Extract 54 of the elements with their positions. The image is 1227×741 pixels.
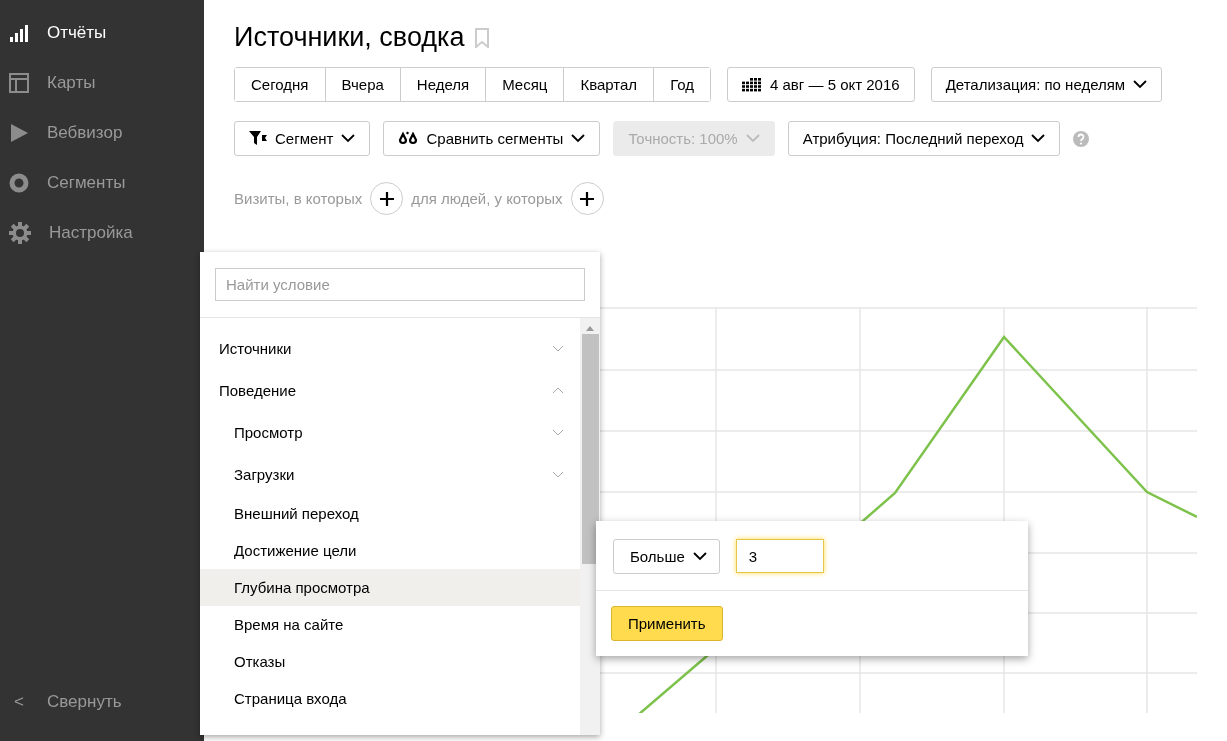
menu-item[interactable]: Источники [200,327,580,369]
segment-label: Визиты, в которых [234,190,363,207]
period-tab[interactable]: Год [653,68,710,101]
menu-item[interactable]: Просмотр [200,411,580,453]
help-icon[interactable] [1073,130,1090,147]
detail-dropdown[interactable]: Детализация: по неделям [930,67,1163,102]
calendar-icon [742,77,762,92]
search-field[interactable]: Найти условие [215,268,585,301]
chevron-down-icon [745,134,760,143]
add-condition-button[interactable] [370,182,404,215]
scroll-up-icon[interactable] [586,326,594,331]
filter-dropdown: Точность: 100% [613,121,775,156]
plus-icon [378,190,395,207]
menu-item[interactable]: Время на сайте [200,606,580,643]
date-range-button[interactable]: 4 авг — 5 окт 2016 [727,67,915,102]
chevron-down-icon [1133,80,1148,89]
filter-icon [249,131,267,146]
scrollbar[interactable] [580,318,600,735]
chevron-down-icon [571,134,586,143]
filter-dropdown[interactable]: Сравнить сегменты [383,121,601,156]
menu-item[interactable]: Достижение цели [200,532,580,569]
plus-icon [579,190,596,207]
chevron-down-icon [552,428,564,436]
chevron-down-icon [552,344,564,352]
chevron-down-icon [341,134,356,143]
menu-item[interactable]: Загрузки [200,453,580,495]
menu-item[interactable]: Внешний переход [200,495,580,532]
segment-label: для людей, у которых [411,190,563,207]
gear-icon [9,222,31,244]
bookmark-icon[interactable] [474,27,489,48]
chevron-up-icon [552,386,564,394]
bar-chart-icon [9,23,29,43]
layout-icon [9,73,29,93]
drops-icon [398,130,419,147]
sidebar-item[interactable]: Карты [0,58,204,108]
add-condition-button[interactable] [570,182,604,215]
value-field[interactable]: 3 [735,539,824,573]
menu-item[interactable]: Отказы [200,643,580,680]
filter-dropdown[interactable]: Атрибуция: Последний переход [787,121,1061,156]
apply-button[interactable]: Применить [611,606,723,641]
sidebar-item[interactable]: Настройка [0,208,204,258]
donut-icon [9,173,29,193]
menu-item[interactable]: Поведение [200,369,580,411]
sidebar-item[interactable]: Отчёты [0,8,204,58]
chevron-down-icon [552,470,564,478]
chevron-down-icon [1031,134,1046,143]
play-icon [9,123,29,143]
sidebar-item[interactable]: Сегменты [0,158,204,208]
page-title: Источники, сводка [234,22,465,53]
sidebar-item[interactable]: Вебвизор [0,108,204,158]
operator-dropdown[interactable]: Больше [613,539,720,574]
filter-dropdown[interactable]: Сегмент [234,121,371,156]
chevron-down-icon [692,552,707,561]
menu-item[interactable]: Глубина просмотра [200,569,580,606]
